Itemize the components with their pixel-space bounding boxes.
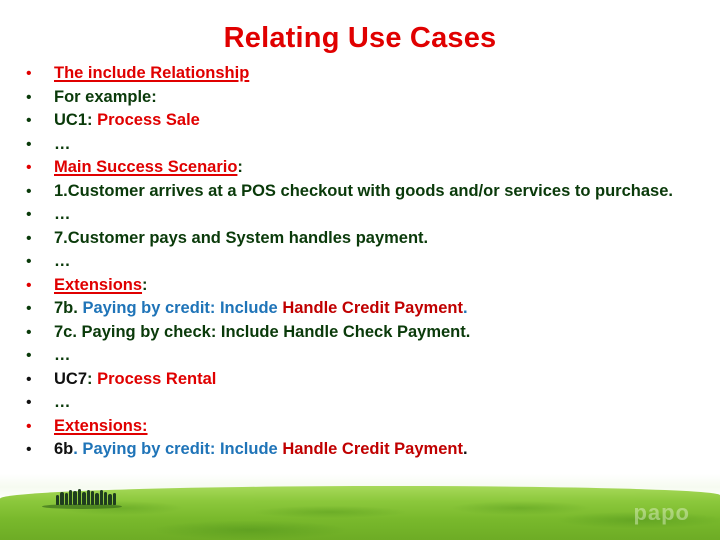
- bullet-dot-icon: •: [26, 370, 32, 388]
- bullet-dot-icon: •: [26, 253, 32, 270]
- bullet-item: • Extensions:: [26, 274, 673, 298]
- bullet-text-segment: For example:: [54, 87, 157, 106]
- bullet-text-segment: 7.Customer pays and System handles payme…: [54, 228, 429, 247]
- tree-icon: [99, 490, 103, 505]
- bullet-item: • 7b. Paying by credit: Include Handle Cr…: [26, 297, 673, 321]
- tree-icon: [82, 492, 86, 505]
- bullet-dot-icon: •: [26, 276, 32, 294]
- bullet-list: • The include Relationship • For example: • U…: [26, 62, 673, 462]
- bullet-item: • For example:: [26, 86, 673, 110]
- bullet-text-segment: Handle Credit Payment: [282, 299, 463, 317]
- tree-icon: [73, 491, 77, 505]
- bullet-item: •…: [26, 133, 673, 157]
- bullet-dot-icon: •: [26, 347, 32, 364]
- bullet-text-segment: Main Success Scenario: [54, 158, 238, 176]
- tree-icon: [90, 491, 95, 505]
- bullet-dot-icon: •: [26, 206, 32, 223]
- bullet-text-segment: Process Rental: [97, 369, 217, 388]
- bullet-dot-icon: •: [26, 323, 32, 341]
- bullet-dot-icon: •: [26, 135, 32, 153]
- bullet-item: •…: [26, 203, 673, 227]
- bullet-item: •…: [26, 344, 673, 368]
- bullet-dot-icon: •: [26, 417, 32, 435]
- bullet-text-segment: :: [237, 158, 243, 176]
- tree-icon: [60, 492, 64, 505]
- bullet-dot-icon: •: [26, 88, 32, 106]
- bullet-text-segment: …: [54, 252, 71, 270]
- tree-cluster-icon: [56, 489, 117, 505]
- grass-hills: [0, 486, 720, 540]
- bullet-text-segment: Extensions:: [54, 416, 148, 435]
- bullet-dot-icon: •: [26, 300, 32, 317]
- bullet-text-segment: UC7: [54, 369, 88, 388]
- bullet-item: • Main Success Scenario:: [26, 156, 673, 180]
- bullet-text-segment: The include Relationship: [54, 64, 250, 82]
- bullet-text-segment: Extensions: [54, 275, 143, 294]
- tree-icon: [64, 493, 69, 505]
- tree-icon: [77, 489, 82, 505]
- bullet-text-segment: :: [142, 275, 148, 294]
- bullet-dot-icon: •: [26, 65, 32, 82]
- bullet-item: • Extensions:: [26, 415, 673, 439]
- bullet-dot-icon: •: [26, 182, 32, 200]
- bullet-text-segment: …: [54, 205, 71, 223]
- bullet-text-segment: .: [462, 299, 468, 317]
- bullet-text-segment: 1.Customer arrives at a POS checkout wit…: [54, 181, 673, 200]
- slide-title: Relating Use Cases: [0, 22, 720, 55]
- bullet-text-segment: 6b: [54, 440, 74, 458]
- tree-icon: [108, 494, 112, 505]
- bullet-text-segment: Process Sale: [97, 111, 200, 129]
- bullet-item: • 7c. Paying by check: Include Handle Che…: [26, 321, 673, 345]
- tree-icon: [56, 495, 60, 505]
- bullet-text-segment: …: [54, 393, 71, 411]
- tree-icon: [103, 492, 108, 505]
- bullet-text-segment: :: [87, 369, 98, 388]
- bullet-dot-icon: •: [26, 229, 32, 247]
- bullet-text-segment: Paying by credit: Include: [82, 299, 283, 317]
- tree-icon: [86, 490, 90, 505]
- bullet-item: • The include Relationship: [26, 62, 673, 86]
- bullet-text-segment: 7c. Paying by check: Include Handle Chec…: [54, 322, 471, 341]
- watermark: papo: [633, 500, 690, 525]
- bullet-dot-icon: •: [26, 441, 32, 458]
- bullet-item: • 7.Customer pays and System handles paym…: [26, 227, 673, 251]
- bullet-text-segment: Handle Credit Payment: [282, 440, 463, 458]
- bullet-text-segment: :: [87, 111, 98, 129]
- bullet-dot-icon: •: [26, 112, 32, 129]
- bullet-text-segment: …: [54, 134, 71, 153]
- tree-icon: [69, 490, 73, 505]
- bullet-item: •…: [26, 250, 673, 274]
- tree-icon: [112, 493, 117, 505]
- bullet-text-segment: .: [462, 440, 468, 458]
- bullet-item: •…: [26, 391, 673, 415]
- bullet-text-segment: UC1: [54, 111, 88, 129]
- tree-icon: [95, 493, 99, 505]
- bullet-text-segment: . Paying by credit: Include: [73, 440, 283, 458]
- bullet-item: • 6b. Paying by credit: Include Handle Cr…: [26, 438, 673, 462]
- landscape-footer-image: papo: [0, 474, 720, 540]
- bullet-item: • UC7: Process Rental: [26, 368, 673, 392]
- bullet-text-segment: 7b.: [54, 299, 83, 317]
- bullet-item: • 1.Customer arrives at a POS checkout wi…: [26, 180, 673, 204]
- slide-title-text: Relating Use Cases: [223, 22, 497, 54]
- bullet-dot-icon: •: [26, 159, 32, 176]
- bullet-item: • UC1: Process Sale: [26, 109, 673, 133]
- bullet-text-segment: …: [54, 346, 71, 364]
- bullet-dot-icon: •: [26, 394, 32, 411]
